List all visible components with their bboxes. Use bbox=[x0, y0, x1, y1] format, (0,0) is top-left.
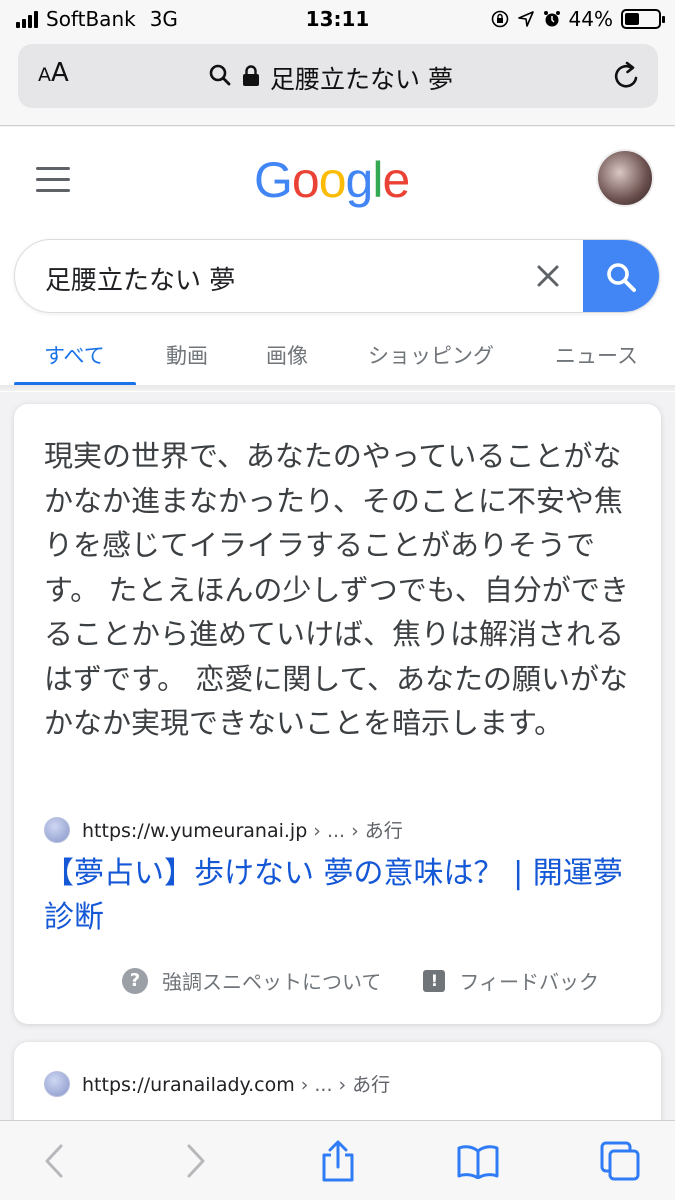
search-icon bbox=[607, 263, 636, 292]
source-breadcrumb: › ... › あ行 bbox=[294, 1074, 391, 1096]
battery-percent: 44% bbox=[568, 7, 613, 31]
globe-icon bbox=[44, 1070, 70, 1097]
google-logo[interactable]: Google bbox=[254, 151, 410, 209]
featured-snippet-card: 現実の世界で、あなたのやっていることがなかなか進まなかったり、そのことに不安や焦… bbox=[14, 404, 661, 1024]
search-input[interactable]: 足腰立たない 夢 bbox=[45, 260, 235, 297]
snippet-footer: ? 強調スニペットについて ! フィードバック bbox=[122, 966, 599, 995]
google-header: Google 足腰立たない 夢 すべて 動画 画像 ショッピング ニュース bbox=[0, 127, 675, 392]
browser-toolbar bbox=[0, 1120, 675, 1200]
clear-icon[interactable] bbox=[530, 258, 566, 294]
lock-icon bbox=[242, 64, 260, 93]
menu-icon[interactable] bbox=[36, 167, 70, 193]
avatar[interactable] bbox=[596, 149, 654, 207]
browser-chrome: AA 足腰立たない 夢 bbox=[0, 36, 675, 126]
tab-all[interactable]: すべて bbox=[44, 340, 105, 370]
source-url: https://w.yumeuranai.jp bbox=[82, 820, 308, 842]
search-tabs: すべて 動画 画像 ショッピング ニュース bbox=[0, 332, 675, 388]
location-icon bbox=[517, 10, 535, 28]
logo-letter: l bbox=[372, 152, 383, 208]
snippet-text: 現実の世界で、あなたのやっていることがなかなか進まなかったり、そのことに不安や焦… bbox=[44, 439, 629, 740]
battery-icon bbox=[621, 9, 665, 29]
alarm-icon bbox=[543, 10, 561, 28]
feedback-button[interactable]: ! フィードバック bbox=[423, 966, 599, 995]
forward-icon[interactable] bbox=[174, 1139, 218, 1183]
logo-letter: e bbox=[382, 152, 410, 208]
rotation-lock-icon bbox=[491, 10, 509, 28]
logo-letter: g bbox=[345, 152, 374, 208]
search-icon bbox=[208, 63, 232, 93]
help-icon: ? bbox=[122, 967, 148, 994]
result-title-link[interactable]: 【夢占い】歩けない 夢の意味は？ | 開運夢診断 bbox=[44, 852, 644, 940]
tabs-icon[interactable] bbox=[598, 1139, 642, 1183]
header-divider bbox=[0, 385, 675, 391]
bookmarks-icon[interactable] bbox=[456, 1139, 500, 1183]
about-snippet-button[interactable]: ? 強調スニペットについて bbox=[122, 966, 381, 995]
source-breadcrumb: › ... › あ行 bbox=[307, 820, 403, 842]
feedback-icon: ! bbox=[423, 969, 446, 992]
text-size-button[interactable]: AA bbox=[38, 58, 69, 88]
result-source[interactable]: https://w.yumeuranai.jp › ... › あ行 bbox=[44, 816, 403, 843]
globe-icon bbox=[44, 816, 70, 843]
tab-shopping[interactable]: ショッピング bbox=[368, 340, 494, 370]
search-button[interactable] bbox=[583, 240, 659, 312]
logo-letter: o bbox=[291, 152, 320, 208]
source-url: https://uranailady.com bbox=[82, 1074, 295, 1096]
reload-icon[interactable] bbox=[610, 59, 644, 93]
logo-letter: o bbox=[318, 152, 347, 208]
back-icon[interactable] bbox=[32, 1139, 76, 1183]
tab-images[interactable]: 画像 bbox=[266, 340, 308, 370]
tab-news[interactable]: ニュース bbox=[555, 340, 638, 370]
logo-letter: G bbox=[254, 152, 293, 208]
search-box[interactable]: 足腰立たない 夢 bbox=[14, 239, 660, 313]
about-snippet-label: 強調スニペットについて bbox=[162, 970, 382, 994]
result-source[interactable]: https://uranailady.com › ... › あ行 bbox=[44, 1070, 390, 1097]
address-text: 足腰立たない 夢 bbox=[270, 65, 453, 94]
feedback-label: フィードバック bbox=[459, 970, 600, 994]
address-bar[interactable]: AA 足腰立たない 夢 bbox=[18, 44, 658, 108]
share-icon[interactable] bbox=[316, 1139, 360, 1183]
tab-videos[interactable]: 動画 bbox=[166, 340, 208, 370]
status-bar: SoftBank 3G 13:11 44% bbox=[0, 0, 675, 36]
